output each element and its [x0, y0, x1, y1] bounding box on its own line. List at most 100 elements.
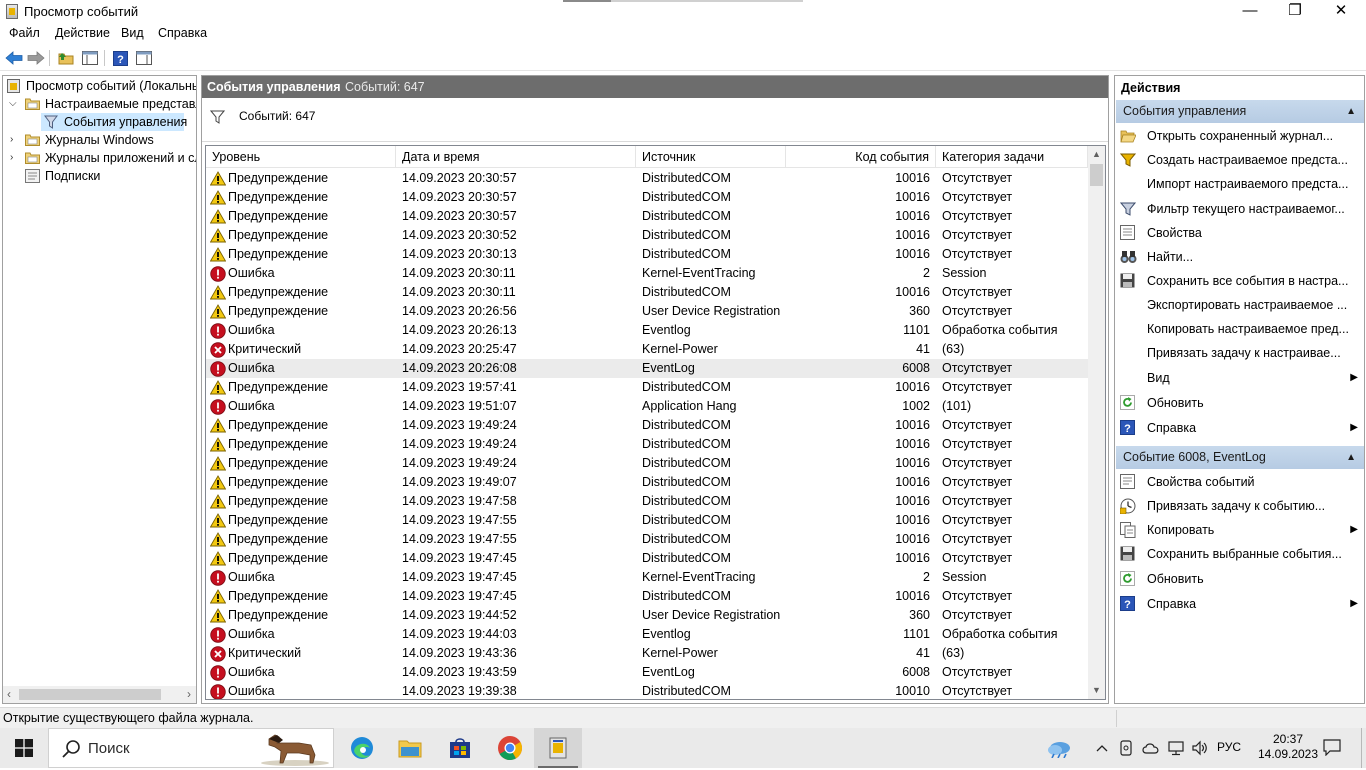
tree-item-custom-views[interactable]: ⌵ Настраиваемые представле	[3, 95, 196, 113]
action-item-найти[interactable]: Найти...	[1120, 246, 1362, 268]
title-bar[interactable]: Просмотр событий — ❐ ✕	[0, 0, 1366, 24]
action-item-сохранить-все-события-в-настра[interactable]: Сохранить все события в настра...	[1120, 270, 1362, 292]
column-header-code[interactable]: Код события	[786, 146, 936, 168]
tree-item-windows-logs[interactable]: › Журналы Windows	[3, 131, 196, 149]
scrollbar-thumb[interactable]	[1090, 164, 1103, 186]
table-row[interactable]: Ошибка 14.09.2023 19:47:45 Kernel-EventTra…	[206, 568, 1088, 587]
onedrive-cloud-icon[interactable]	[1141, 738, 1161, 758]
table-row[interactable]: Предупреждение 14.09.2023 19:57:41 Distrib…	[206, 378, 1088, 397]
table-row[interactable]: Предупреждение 14.09.2023 20:30:11 Distrib…	[206, 283, 1088, 302]
scroll-up-icon[interactable]: ▲	[1088, 146, 1105, 163]
table-row[interactable]: Ошибка 14.09.2023 19:43:59 EventLog 6008 Отс…	[206, 663, 1088, 682]
microsoft-store-icon[interactable]	[436, 728, 484, 768]
event-viewer-taskbar-icon[interactable]	[534, 728, 582, 768]
action-item-справка[interactable]: ? Справка ▶	[1120, 417, 1362, 439]
table-row[interactable]: Предупреждение 14.09.2023 19:49:24 Distrib…	[206, 416, 1088, 435]
show-action-pane-icon[interactable]	[134, 49, 154, 67]
table-row[interactable]: Ошибка 14.09.2023 19:51:07 Application Han…	[206, 397, 1088, 416]
chrome-browser-icon[interactable]	[486, 728, 534, 768]
menu-view[interactable]: Вид	[121, 26, 144, 40]
notifications-icon[interactable]	[1322, 738, 1342, 759]
device-icon[interactable]	[1118, 738, 1134, 758]
table-row[interactable]: Предупреждение 14.09.2023 20:30:57 Distrib…	[206, 169, 1088, 188]
scroll-down-icon[interactable]: ▼	[1088, 682, 1105, 699]
action-item-привязать-задачу-к-настраивае[interactable]: Привязать задачу к настраивае...	[1120, 342, 1362, 364]
table-row[interactable]: Предупреждение 14.09.2023 20:30:57 Distrib…	[206, 188, 1088, 207]
table-row[interactable]: Предупреждение 14.09.2023 19:49:07 Distrib…	[206, 473, 1088, 492]
edge-browser-icon[interactable]	[338, 728, 386, 768]
tree-item-app-logs[interactable]: › Журналы приложений и сл	[3, 149, 196, 167]
clock[interactable]: 20:37 14.09.2023	[1257, 732, 1319, 762]
table-row[interactable]: Критический 14.09.2023 19:43:36 Kernel-Pow…	[206, 644, 1088, 663]
table-row[interactable]: Предупреждение 14.09.2023 20:30:57 Distrib…	[206, 207, 1088, 226]
menu-action[interactable]: Действие	[55, 26, 110, 40]
start-button[interactable]	[0, 728, 48, 768]
column-header-source[interactable]: Источник	[636, 146, 786, 168]
table-row[interactable]: Предупреждение 14.09.2023 20:30:13 Distrib…	[206, 245, 1088, 264]
table-row[interactable]: Ошибка 14.09.2023 20:26:13 Eventlog 1101 Обр…	[206, 321, 1088, 340]
action-item-привязать-задачу-к-событию[interactable]: Привязать задачу к событию...	[1119, 495, 1362, 517]
action-item-экспортировать-настраиваемое[interactable]: Экспортировать настраиваемое ...	[1120, 294, 1362, 316]
table-row[interactable]: Ошибка 14.09.2023 20:26:08 EventLog 6008 Отс…	[206, 359, 1088, 378]
action-item-открыть-сохраненный-журнал[interactable]: Открыть сохраненный журнал...	[1120, 125, 1362, 147]
table-row[interactable]: Ошибка 14.09.2023 20:30:11 Kernel-EventTra…	[206, 264, 1088, 283]
close-button[interactable]: ✕	[1318, 0, 1364, 24]
tree-horizontal-scrollbar[interactable]: ‹ ›	[3, 686, 196, 703]
input-language[interactable]: РУС	[1217, 740, 1241, 754]
action-item-копировать[interactable]: Копировать ▶	[1120, 519, 1362, 541]
forward-arrow-icon[interactable]	[26, 49, 46, 67]
minimize-button[interactable]: —	[1227, 0, 1273, 24]
action-item-справка[interactable]: ? Справка ▶	[1120, 593, 1362, 615]
action-item-копировать-настраиваемое-пред[interactable]: Копировать настраиваемое пред...	[1120, 318, 1362, 340]
tree-item-root[interactable]: Просмотр событий (Локальнь	[3, 77, 196, 95]
table-row[interactable]: Предупреждение 14.09.2023 19:47:55 Distrib…	[206, 511, 1088, 530]
action-item-фильтр-текущего-настраиваемог[interactable]: Фильтр текущего настраиваемог...	[1119, 198, 1362, 220]
action-item-свойства-событий[interactable]: Свойства событий	[1120, 471, 1362, 493]
table-row[interactable]: Ошибка 14.09.2023 19:44:03 Eventlog 1101 Обр…	[206, 625, 1088, 644]
tree-item-subscriptions[interactable]: Подписки	[3, 167, 196, 185]
weather-icon[interactable]	[1044, 738, 1074, 758]
column-header-category[interactable]: Категория задачи	[936, 146, 1088, 168]
action-item-вид[interactable]: Вид ▶	[1120, 367, 1362, 389]
scrollbar-thumb[interactable]	[19, 689, 161, 700]
events-vertical-scrollbar[interactable]: ▲ ▼	[1088, 146, 1105, 699]
file-explorer-icon[interactable]	[386, 728, 434, 768]
tree-item-admin-events[interactable]: События управления	[41, 113, 187, 131]
action-item-сохранить-выбранные-события[interactable]: Сохранить выбранные события...	[1120, 543, 1362, 565]
taskbar-search-box[interactable]: Поиск	[48, 728, 334, 768]
back-arrow-icon[interactable]	[4, 49, 24, 67]
chevron-down-icon[interactable]: ⌵	[9, 95, 19, 113]
action-item-импорт-настраиваемого-предста[interactable]: Импорт настраиваемого предста...	[1120, 173, 1362, 195]
chevron-right-icon[interactable]: ›	[10, 131, 20, 149]
table-row[interactable]: Предупреждение 14.09.2023 19:49:24 Distrib…	[206, 454, 1088, 473]
action-item-обновить[interactable]: Обновить	[1120, 568, 1362, 590]
table-row[interactable]: Предупреждение 14.09.2023 19:47:58 Distrib…	[206, 492, 1088, 511]
table-row[interactable]: Предупреждение 14.09.2023 19:49:24 Distrib…	[206, 435, 1088, 454]
menu-help[interactable]: Справка	[158, 26, 207, 40]
help-icon[interactable]: ?	[110, 49, 130, 67]
maximize-button[interactable]: ❐	[1272, 0, 1318, 24]
table-row[interactable]: Предупреждение 14.09.2023 19:44:52 User De…	[206, 606, 1088, 625]
table-row[interactable]: Предупреждение 14.09.2023 20:26:56 User De…	[206, 302, 1088, 321]
column-header-level[interactable]: Уровень	[206, 146, 396, 168]
action-item-создать-настраиваемое-предста[interactable]: Создать настраиваемое предста...	[1119, 149, 1362, 171]
volume-icon[interactable]	[1190, 738, 1210, 758]
chevron-right-icon[interactable]: ›	[10, 149, 20, 167]
action-item-обновить[interactable]: Обновить	[1120, 392, 1362, 414]
actions-section-admin-events[interactable]: События управления ▲	[1116, 100, 1364, 123]
table-row[interactable]: Предупреждение 14.09.2023 19:47:55 Distrib…	[206, 530, 1088, 549]
table-row[interactable]: Критический 14.09.2023 20:25:47 Kernel-Pow…	[206, 340, 1088, 359]
table-row[interactable]: Ошибка 14.09.2023 19:39:38 DistributedCOM 1…	[206, 682, 1088, 699]
scroll-right-icon[interactable]: ›	[187, 687, 191, 701]
menu-file[interactable]: Файл	[9, 26, 40, 40]
show-hide-tree-icon[interactable]	[80, 49, 100, 67]
actions-section-event[interactable]: Событие 6008, EventLog ▲	[1116, 446, 1364, 469]
scroll-left-icon[interactable]: ‹	[7, 687, 11, 701]
column-header-date[interactable]: Дата и время	[396, 146, 636, 168]
show-desktop-button[interactable]	[1361, 728, 1362, 768]
open-folder-icon[interactable]	[56, 49, 76, 67]
collapse-icon[interactable]: ▲	[1346, 100, 1356, 123]
collapse-icon[interactable]: ▲	[1346, 446, 1356, 469]
table-row[interactable]: Предупреждение 14.09.2023 19:47:45 Distrib…	[206, 549, 1088, 568]
network-icon[interactable]	[1166, 738, 1186, 758]
